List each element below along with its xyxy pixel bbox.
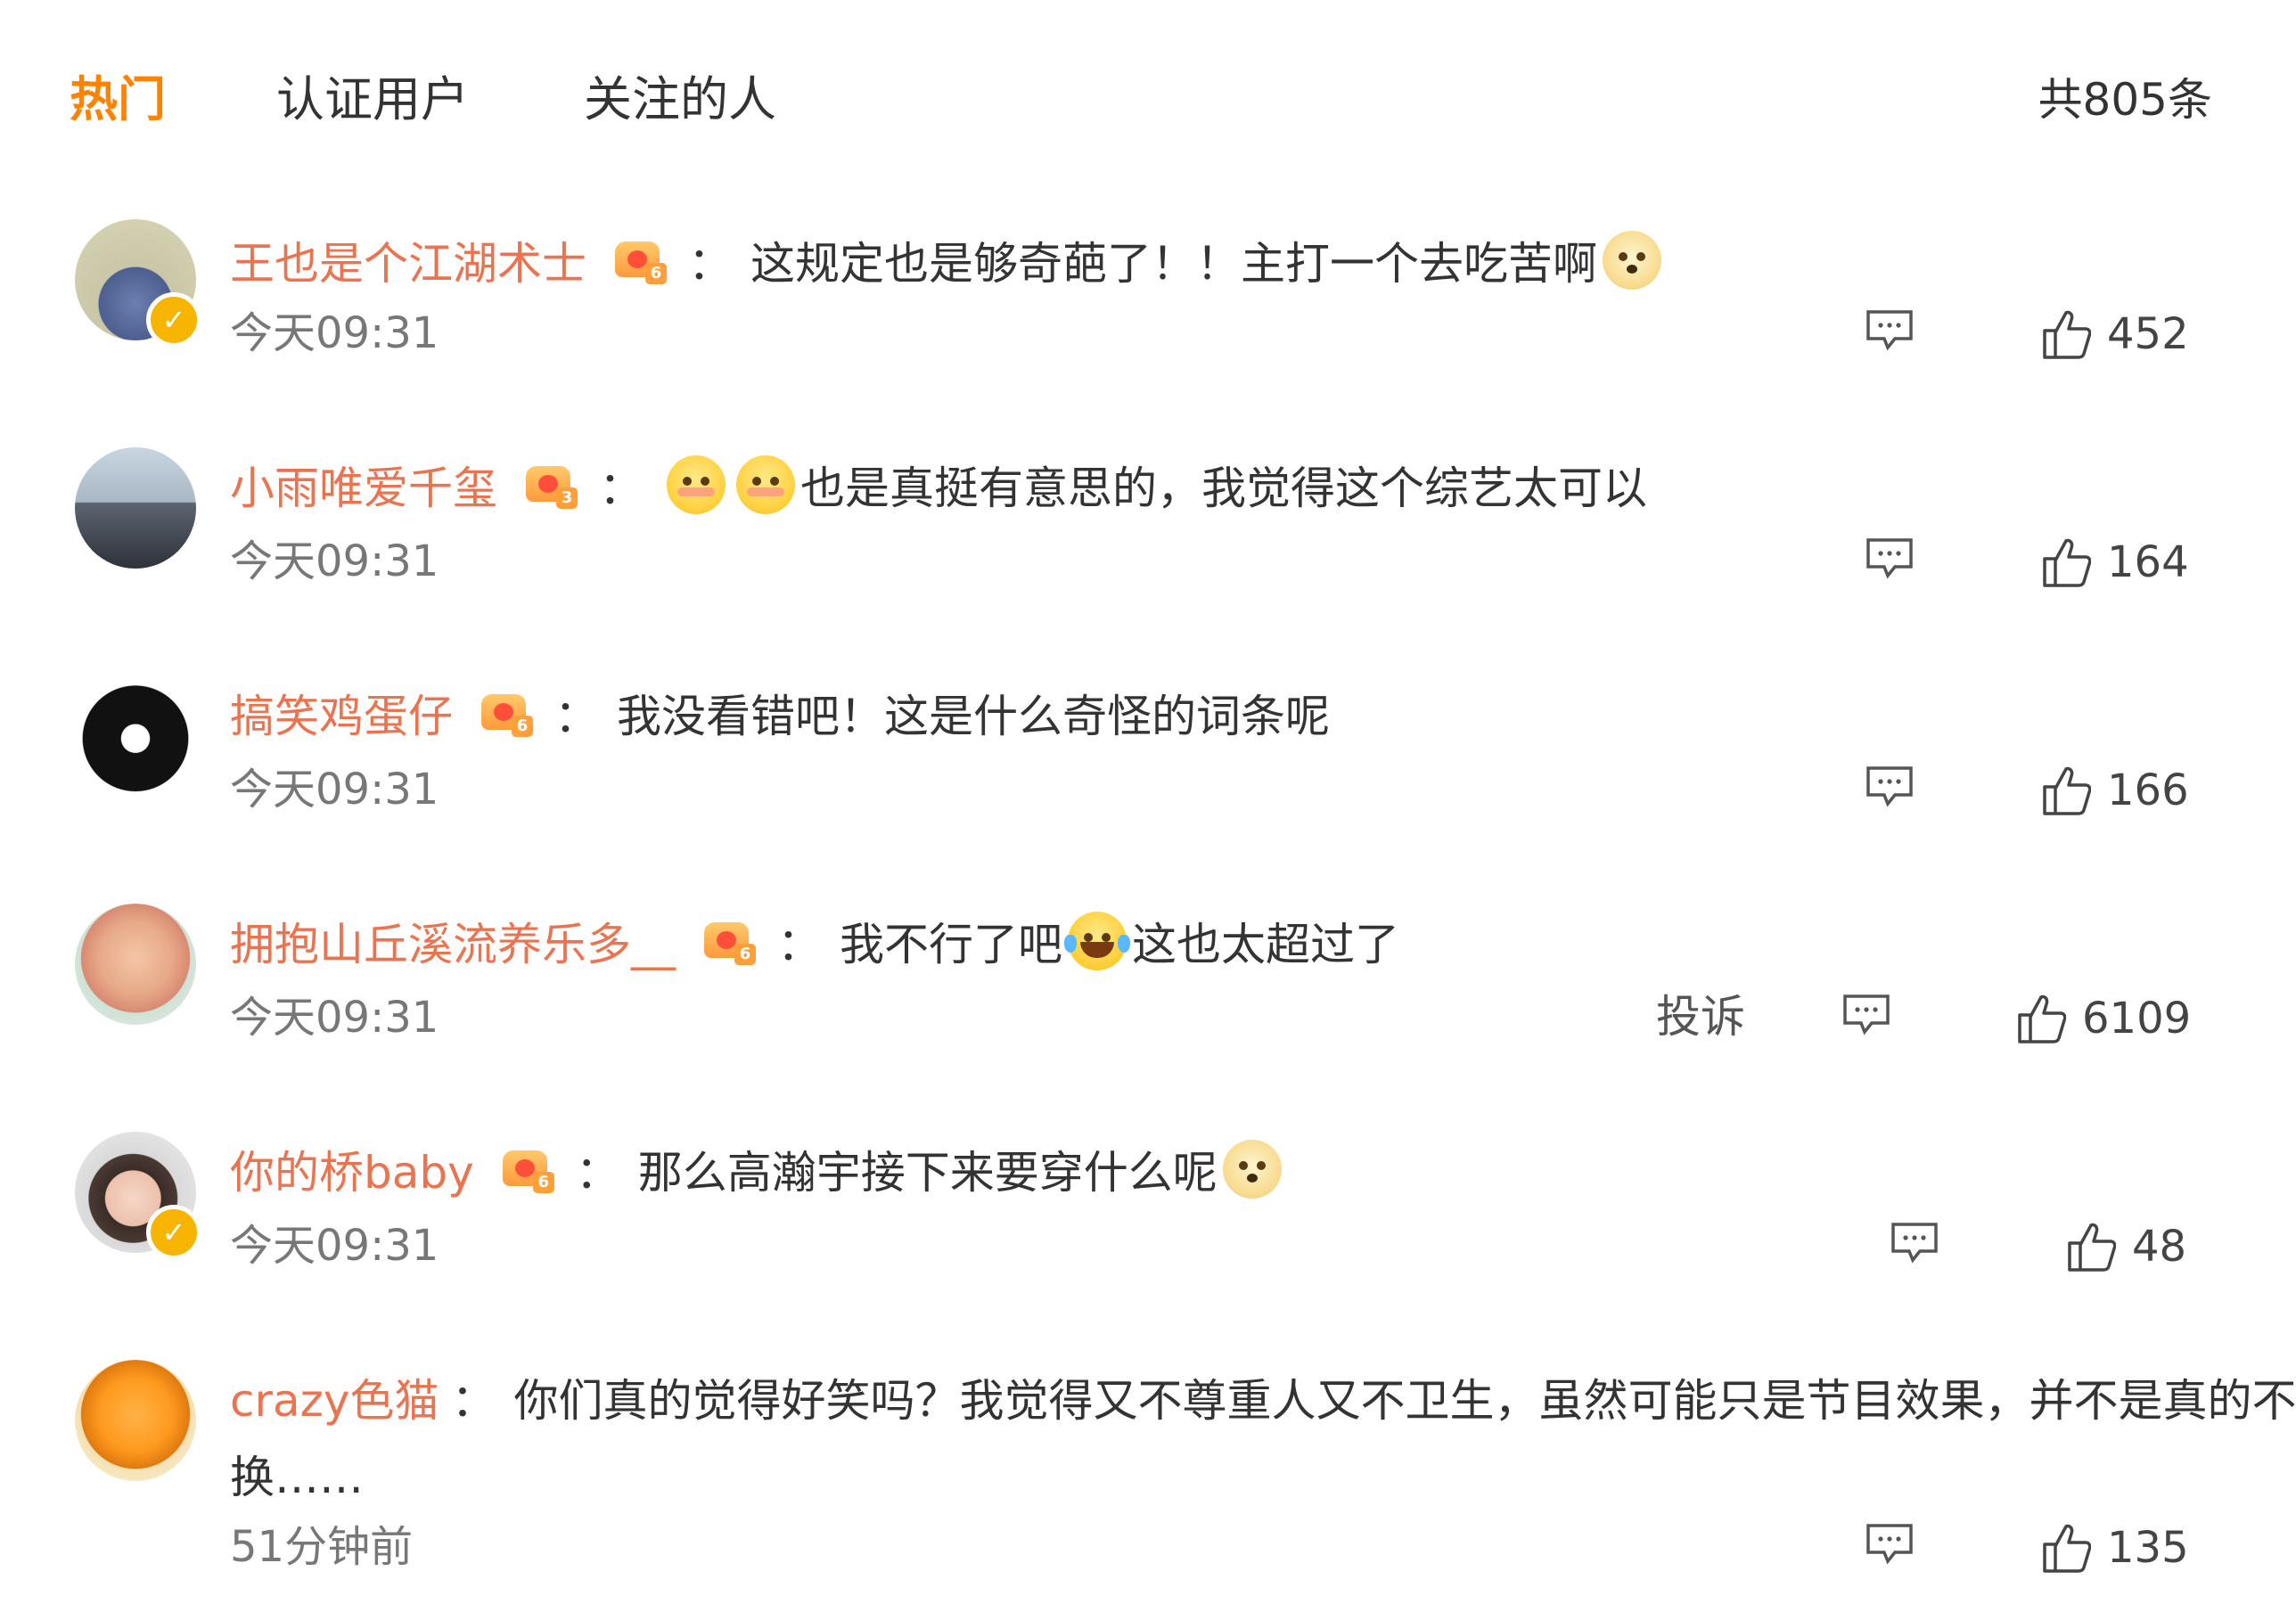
- avatar[interactable]: [75, 447, 196, 569]
- separator: ：: [599, 462, 644, 514]
- like-button[interactable]: 6109: [2016, 987, 2191, 1050]
- comment-icon[interactable]: [1865, 765, 1915, 807]
- avatar[interactable]: ✓: [75, 1132, 201, 1260]
- comment-text: 那么高瀚宇接下来要穿什么呢: [637, 1147, 1218, 1199]
- comment-item: 拥抱山丘溪流养乐多__ 6 ： 我不行了吧 这也太超过了 今天09:31 投诉 …: [0, 904, 2296, 1126]
- comment-text: 我不行了吧: [840, 919, 1062, 970]
- comment-text: 也是真挺有意思的，我觉得这个综艺太可以: [800, 462, 1647, 514]
- like-button[interactable]: 164: [2041, 531, 2189, 593]
- separator: ：: [554, 691, 599, 742]
- separator: ：: [575, 1147, 620, 1199]
- like-count: 48: [2132, 1222, 2187, 1272]
- comment-text-continued: 换……: [230, 1452, 364, 1503]
- comment-time: 今天09:31: [230, 308, 439, 358]
- comment-total-count: 共805条: [2038, 74, 2212, 126]
- separator: ：: [451, 1375, 496, 1427]
- tab-verified-users[interactable]: 认证用户: [276, 64, 469, 135]
- kiss-emoji-icon: [667, 455, 726, 514]
- verified-badge-icon: ✓: [146, 1205, 201, 1260]
- username[interactable]: 搞笑鸡蛋仔: [230, 681, 453, 745]
- thumbs-up-icon: [2043, 766, 2091, 815]
- avatar[interactable]: [75, 904, 196, 1025]
- comment-icon[interactable]: [1865, 1522, 1915, 1565]
- comment-tabs: 热门 认证用户 关注的人 共805条: [0, 0, 2296, 205]
- like-count: 135: [2107, 1523, 2189, 1573]
- like-count: 452: [2107, 309, 2189, 359]
- level-crown-icon: 3: [526, 461, 578, 509]
- thumbs-up-icon: [2068, 1223, 2116, 1272]
- comment-item: ✓ 你的桥baby 6 ： 那么高瀚宇接下来要穿什么呢 今天09:31 48: [0, 1132, 2296, 1354]
- comment-text: 这规定也是够奇葩了！！主打一个去吃苦啊: [750, 238, 1597, 290]
- separator: ：: [688, 238, 733, 290]
- comment-icon[interactable]: [1865, 308, 1915, 351]
- avatar[interactable]: [75, 1360, 196, 1481]
- verified-badge-icon: ✓: [146, 292, 201, 348]
- thumbs-up-icon: [2018, 994, 2066, 1043]
- comment-time: 今天09:31: [230, 765, 439, 814]
- username[interactable]: 小雨唯爱千玺: [230, 453, 497, 517]
- comment-item: ✓ 王也是个江湖术士 6 ： 这规定也是够奇葩了！！主打一个去吃苦啊 今天09:…: [0, 219, 2296, 442]
- separator: ：: [777, 919, 822, 970]
- like-button[interactable]: 135: [2041, 1517, 2189, 1579]
- username[interactable]: 王也是个江湖术士: [230, 228, 586, 292]
- like-count: 164: [2107, 537, 2189, 587]
- like-count: 6109: [2082, 994, 2192, 1043]
- avatar[interactable]: ✓: [75, 219, 201, 348]
- level-crown-icon: 6: [704, 917, 756, 965]
- username[interactable]: 拥抱山丘溪流养乐多__: [230, 909, 676, 973]
- tab-hot[interactable]: 热门: [70, 64, 166, 135]
- comment-icon[interactable]: [1841, 993, 1891, 1035]
- like-button[interactable]: 452: [2041, 303, 2189, 365]
- level-crown-icon: 6: [502, 1145, 554, 1193]
- tab-following[interactable]: 关注的人: [584, 64, 776, 135]
- dog-emoji-icon: [1222, 1140, 1282, 1199]
- comment-text: 你们真的觉得好笑吗？我觉得又不尊重人又不卫生，虽然可能只是节目效果，并不是真的不: [513, 1375, 2296, 1427]
- comment-time: 今天09:31: [230, 536, 439, 586]
- username[interactable]: 你的桥baby: [230, 1137, 474, 1201]
- level-crown-icon: 6: [615, 236, 667, 284]
- like-button[interactable]: 48: [2066, 1215, 2186, 1278]
- report-button[interactable]: 投诉: [1656, 986, 1745, 1048]
- comment-time: 今天09:31: [230, 1221, 439, 1271]
- comment-icon[interactable]: [1865, 536, 1915, 579]
- comment-item: 搞笑鸡蛋仔 6 ： 我没看错吧！这是什么奇怪的词条呢 今天09:31 166: [0, 675, 2296, 898]
- comment-time: 今天09:31: [230, 993, 439, 1043]
- kiss-emoji-icon: [736, 455, 795, 514]
- like-button[interactable]: 166: [2041, 759, 2189, 822]
- comment-item: crazy色猫 ： 你们真的觉得好笑吗？我觉得又不尊重人又不卫生，虽然可能只是节…: [0, 1360, 2296, 1604]
- level-crown-icon: 6: [481, 689, 533, 737]
- comment-item: 小雨唯爱千玺 3 ： 也是真挺有意思的，我觉得这个综艺太可以 今天09:31 1…: [0, 447, 2296, 670]
- dog-emoji-icon: [1603, 231, 1661, 290]
- comment-time: 51分钟前: [230, 1522, 414, 1572]
- like-count: 166: [2107, 765, 2189, 815]
- thumbs-up-icon: [2043, 538, 2091, 587]
- avatar[interactable]: [75, 675, 196, 797]
- laughing-tears-emoji-icon: [1064, 912, 1130, 970]
- thumbs-up-icon: [2043, 310, 2091, 359]
- comment-text-continued: 这也太超过了: [1132, 919, 1399, 970]
- username[interactable]: crazy色猫: [230, 1365, 439, 1429]
- comment-text: 我没看错吧！这是什么奇怪的词条呢: [617, 691, 1330, 742]
- thumbs-up-icon: [2043, 1524, 2091, 1573]
- comment-icon[interactable]: [1890, 1221, 1939, 1264]
